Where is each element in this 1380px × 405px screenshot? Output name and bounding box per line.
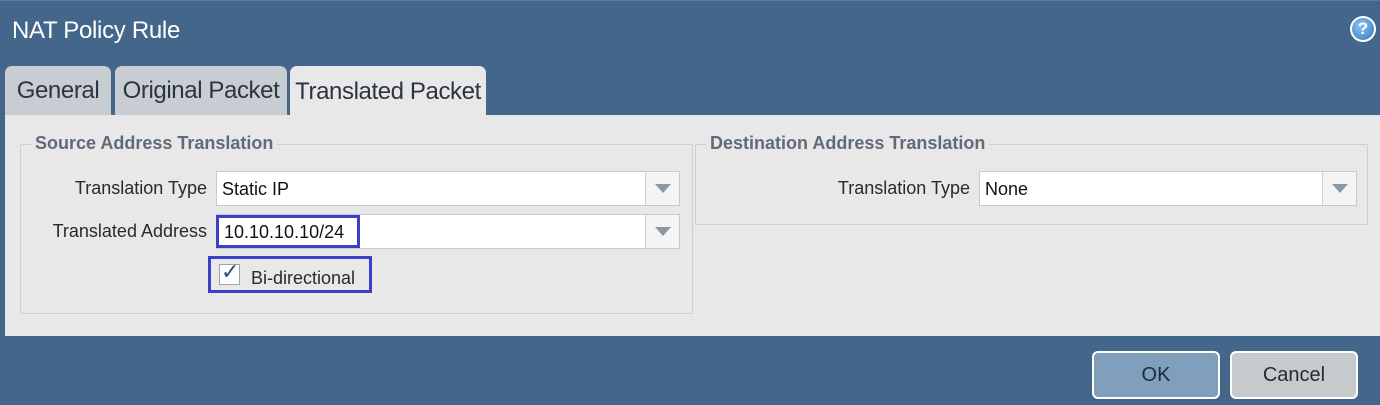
destination-address-translation-legend: Destination Address Translation	[706, 133, 990, 154]
destination-translation-type-select[interactable]: None	[979, 171, 1357, 206]
nat-policy-rule-dialog: NAT Policy Rule ? General Original Packe…	[0, 0, 1380, 405]
source-address-translation-legend: Source Address Translation	[31, 133, 278, 154]
translated-address-highlight	[216, 215, 360, 248]
destination-translation-type-value: None	[985, 179, 1029, 199]
chevron-down-icon[interactable]	[1322, 172, 1356, 205]
source-translation-type-label: Translation Type	[74, 178, 207, 198]
tab-general[interactable]: General	[5, 66, 111, 116]
destination-translation-type-label: Translation Type	[837, 178, 970, 198]
help-icon[interactable]: ?	[1350, 16, 1376, 42]
checkmark-icon: ✓	[221, 259, 240, 284]
ok-button[interactable]: OK	[1092, 351, 1220, 399]
cancel-button[interactable]: Cancel	[1230, 351, 1358, 399]
source-translation-type-select[interactable]: Static IP	[216, 171, 680, 206]
chevron-down-icon[interactable]	[645, 172, 679, 205]
tab-panel-translated-packet: Source Address Translation Translation T…	[5, 115, 1380, 336]
source-translation-type-value: Static IP	[222, 179, 290, 199]
tab-original-packet[interactable]: Original Packet	[115, 66, 287, 116]
bidirectional-label[interactable]: Bi-directional	[251, 268, 355, 289]
bidirectional-checkbox[interactable]: ✓	[219, 259, 240, 285]
dialog-title: NAT Policy Rule	[12, 17, 181, 44]
tab-translated-packet[interactable]: Translated Packet	[290, 66, 486, 117]
chevron-down-icon[interactable]	[645, 215, 679, 248]
translated-address-label: Translated Address	[52, 221, 207, 241]
